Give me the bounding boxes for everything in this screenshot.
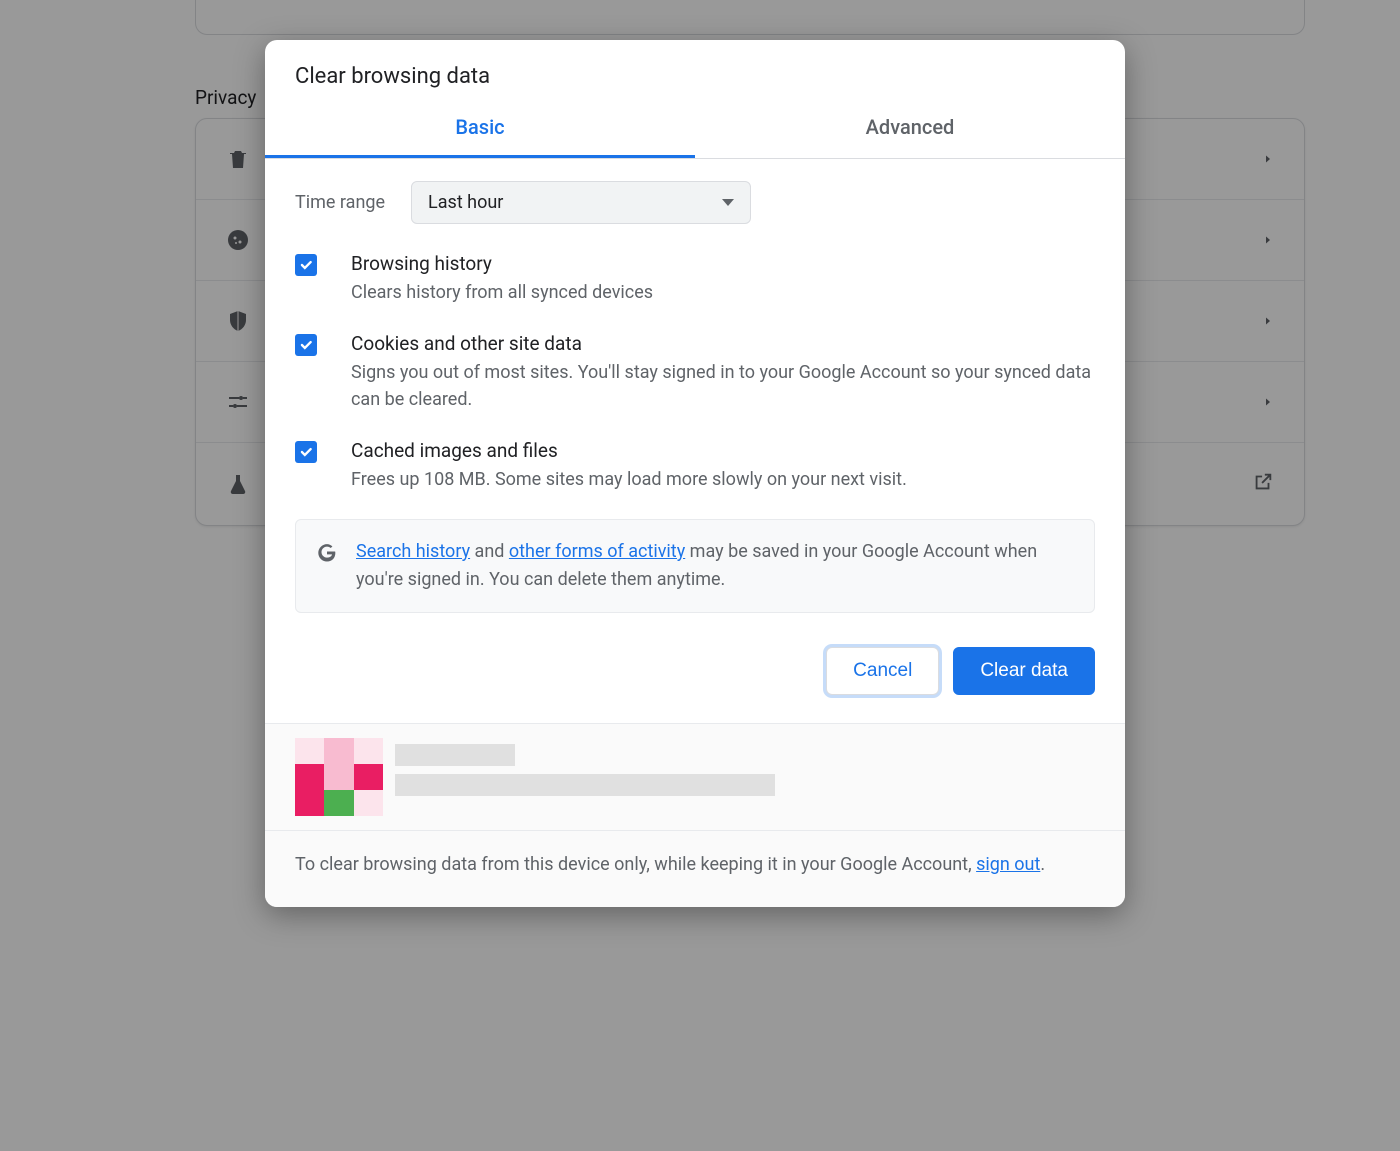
- clear-browsing-data-dialog: Clear browsing data Basic Advanced Time …: [265, 40, 1125, 907]
- time-range-select[interactable]: Last hour: [411, 181, 751, 224]
- cookies-desc: Signs you out of most sites. You'll stay…: [351, 359, 1095, 413]
- search-history-link[interactable]: Search history: [356, 541, 470, 562]
- time-range-value: Last hour: [428, 192, 503, 213]
- sign-out-link[interactable]: sign out: [976, 854, 1040, 875]
- dialog-title: Clear browsing data: [295, 64, 1095, 89]
- dialog-body: Time range Last hour Browsing history Cl…: [265, 159, 1125, 623]
- time-range-row: Time range Last hour: [295, 181, 1095, 224]
- google-account-info-box: Search history and other forms of activi…: [295, 519, 1095, 613]
- time-range-label: Time range: [295, 192, 385, 213]
- cache-checkbox[interactable]: [295, 441, 317, 463]
- tab-basic[interactable]: Basic: [265, 99, 695, 158]
- chevron-down-icon: [722, 199, 734, 206]
- cookies-item: Cookies and other site data Signs you ou…: [295, 332, 1095, 413]
- browsing-history-title: Browsing history: [351, 252, 1095, 275]
- browsing-history-item: Browsing history Clears history from all…: [295, 252, 1095, 306]
- dialog-tabs: Basic Advanced: [265, 99, 1125, 159]
- profile-blur-text: [395, 744, 775, 796]
- dialog-footer: To clear browsing data from this device …: [265, 723, 1125, 907]
- dialog-header: Clear browsing data: [265, 40, 1125, 99]
- cache-title: Cached images and files: [351, 439, 1095, 462]
- cache-desc: Frees up 108 MB. Some sites may load mor…: [351, 466, 1095, 493]
- footer-note: To clear browsing data from this device …: [265, 830, 1125, 907]
- info-text: Search history and other forms of activi…: [356, 538, 1074, 594]
- cache-item: Cached images and files Frees up 108 MB.…: [295, 439, 1095, 493]
- other-activity-link[interactable]: other forms of activity: [509, 541, 685, 562]
- cookies-checkbox[interactable]: [295, 334, 317, 356]
- profile-strip: [265, 724, 1125, 830]
- browsing-history-checkbox[interactable]: [295, 254, 317, 276]
- dialog-actions: Cancel Clear data: [265, 623, 1125, 723]
- cancel-button[interactable]: Cancel: [826, 647, 939, 695]
- tab-advanced[interactable]: Advanced: [695, 99, 1125, 158]
- google-g-icon: [316, 542, 338, 564]
- browsing-history-desc: Clears history from all synced devices: [351, 279, 1095, 306]
- clear-data-button[interactable]: Clear data: [953, 647, 1095, 695]
- cookies-title: Cookies and other site data: [351, 332, 1095, 355]
- avatar-pixelated: [295, 738, 383, 816]
